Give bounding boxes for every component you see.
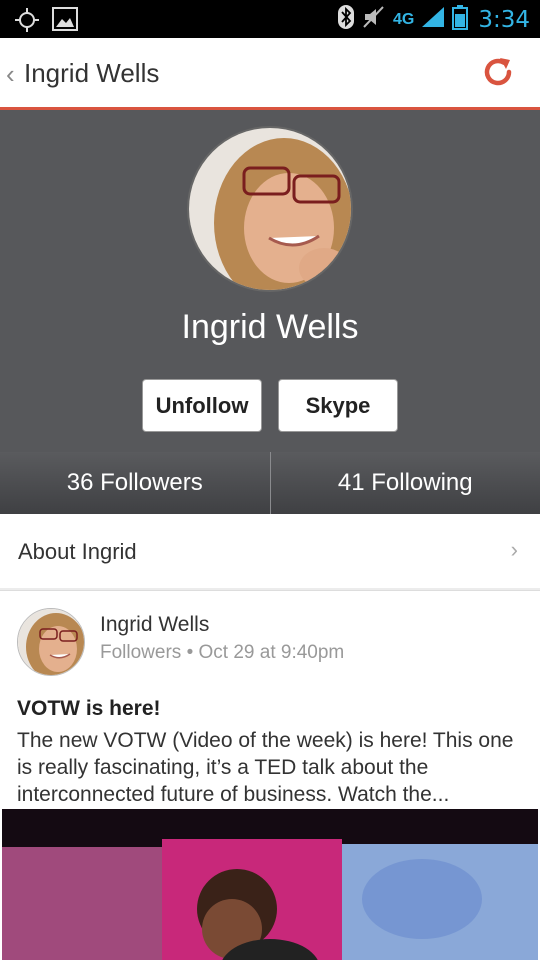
post-body: The new VOTW (Video of the week) is here… (17, 729, 514, 806)
page-title[interactable]: Ingrid Wells (24, 58, 159, 89)
gallery-icon (52, 7, 78, 38)
profile-name: Ingrid Wells (181, 308, 359, 346)
unfollow-button[interactable]: Unfollow (142, 379, 262, 432)
back-chevron-icon[interactable]: ‹ (6, 60, 15, 88)
clock: 3:34 (478, 6, 530, 33)
bluetooth-icon (337, 4, 355, 35)
about-row[interactable]: About Ingrid › (0, 514, 540, 588)
profile-header: Ingrid Wells Unfollow Skype 36 Followers… (0, 110, 540, 514)
mute-icon (361, 4, 387, 35)
post-card[interactable]: Ingrid Wells Followers • Oct 29 at 9:40p… (0, 590, 540, 960)
profile-avatar (187, 126, 353, 292)
skype-button[interactable]: Skype (278, 379, 398, 432)
followers-count[interactable]: 36 Followers (0, 452, 270, 514)
battery-icon (452, 4, 469, 35)
action-bar: ‹ Ingrid Wells (0, 38, 540, 110)
gps-icon (14, 7, 40, 38)
refresh-button[interactable] (476, 52, 520, 96)
post-video-thumbnail[interactable] (2, 809, 538, 960)
post-author-avatar[interactable] (17, 608, 85, 676)
signal-icon (420, 5, 446, 34)
network-type-icon: 4G (393, 10, 415, 28)
post-title: VOTW is here! (17, 697, 161, 720)
post-meta: Followers • Oct 29 at 9:40pm (100, 642, 345, 663)
chevron-right-icon: › (510, 537, 518, 562)
status-bar: 4G 3:34 (0, 0, 540, 38)
post-author-name[interactable]: Ingrid Wells (100, 613, 209, 637)
stats-bar: 36 Followers 41 Following (0, 452, 540, 514)
following-count[interactable]: 41 Following (271, 452, 540, 514)
about-label: About Ingrid (18, 539, 137, 564)
refresh-icon (481, 55, 515, 94)
